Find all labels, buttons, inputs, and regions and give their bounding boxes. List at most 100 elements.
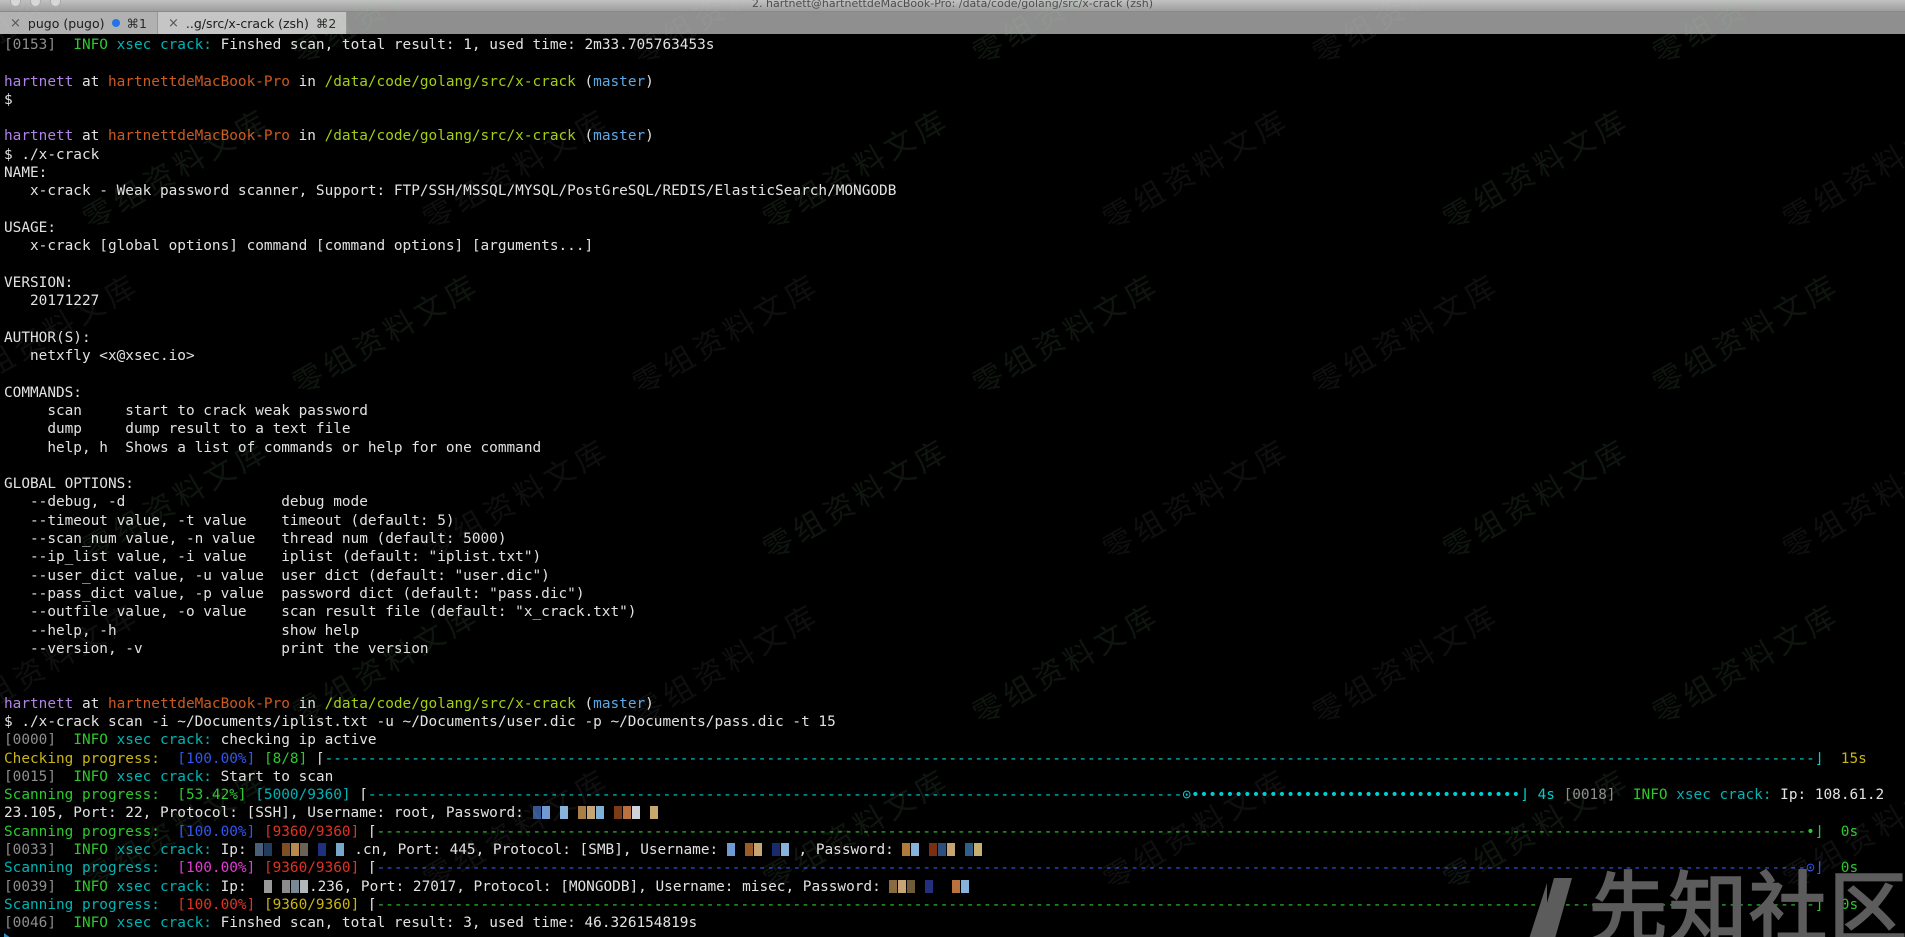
terminal-text-segment: )	[645, 128, 654, 144]
terminal-text-segment	[255, 824, 264, 840]
tab-label: ..g/src/x-crack (zsh)	[186, 16, 309, 31]
terminal-text-segment: in	[290, 696, 325, 712]
terminal-text-segment	[108, 769, 117, 785]
terminal-text-segment: master	[593, 74, 645, 90]
terminal-text-segment	[255, 897, 264, 913]
terminal[interactable]: [0153] INFO xsec crack: Finshed scan, to…	[0, 34, 1905, 937]
terminal-text-segment: /data/code/golang/src/x-crack	[325, 696, 576, 712]
terminal-text-segment: [0000]	[4, 732, 56, 748]
terminal-line: AUTHOR(S):	[4, 329, 1905, 347]
terminal-line	[4, 54, 1905, 72]
terminal-line: $ ./x-crack scan -i ~/Documents/iplist.t…	[4, 713, 1905, 731]
terminal-line: --help, -h show help	[4, 622, 1905, 640]
terminal-text-segment: INFO	[73, 879, 108, 895]
iterm-window: 2. hartnett@hartnettdeMacBook-Pro: /data…	[0, 0, 1905, 937]
terminal-text-segment: xsec crack:	[117, 879, 212, 895]
terminal-text-segment: [100.00%]	[177, 751, 255, 767]
terminal-text-segment: hartnett	[4, 696, 73, 712]
terminal-line: --outfile value, -o value scan result fi…	[4, 603, 1905, 621]
terminal-text-segment: ⌈	[307, 751, 324, 767]
terminal-text-segment: Ip:	[212, 842, 255, 858]
terminal-line: --scan_num value, -n value thread num (d…	[4, 530, 1905, 548]
terminal-text-segment	[1668, 787, 1677, 803]
terminal-text-segment: 0s	[1841, 897, 1858, 913]
terminal-text-segment	[1555, 787, 1564, 803]
terminal-text-segment	[108, 37, 117, 53]
terminal-text-segment: Start to scan	[212, 769, 333, 785]
terminal-text-segment: checking ip active	[212, 732, 377, 748]
terminal-line: Scanning progress: [100.00%] [9360/9360]…	[4, 859, 1905, 877]
terminal-line	[4, 109, 1905, 127]
terminal-line: x-crack - Weak password scanner, Support…	[4, 182, 1905, 200]
terminal-text-segment	[1616, 787, 1633, 803]
tab-x-crack[interactable]: × ..g/src/x-crack (zsh) ⌘2	[158, 12, 347, 34]
terminal-text-segment: [0153]	[4, 37, 56, 53]
terminal-text-segment: ----------------------------------------…	[377, 860, 1807, 876]
terminal-line: Scanning progress: [100.00%] [9360/9360]…	[4, 896, 1905, 914]
terminal-line: --timeout value, -t value timeout (defau…	[4, 512, 1905, 530]
terminal-text-segment: [0015]	[4, 769, 56, 785]
terminal-text-segment: ⌋	[1520, 787, 1529, 803]
terminal-text-segment: [9360/9360]	[264, 860, 359, 876]
terminal-line	[4, 658, 1905, 676]
terminal-line: [0153] INFO xsec crack: Finshed scan, to…	[4, 36, 1905, 54]
terminal-text-segment: INFO	[73, 769, 108, 785]
terminal-text-segment	[56, 842, 73, 858]
terminal-text-segment: Scanning progress:	[4, 787, 177, 803]
terminal-text-segment: /data/code/golang/src/x-crack	[325, 74, 576, 90]
terminal-text-segment: 0s	[1841, 860, 1858, 876]
terminal-line: dump dump result to a text file	[4, 420, 1905, 438]
terminal-text-segment: Scanning progress:	[4, 824, 177, 840]
terminal-text-segment: hartnett	[4, 128, 73, 144]
terminal-text-segment: [0033]	[4, 842, 56, 858]
terminal-text-segment: ----------------------------------------…	[325, 751, 1815, 767]
terminal-line: [0033] INFO xsec crack: Ip: .cn, Port: 4…	[4, 841, 1905, 859]
terminal-text-segment: ⊙	[1182, 787, 1191, 803]
terminal-line	[4, 676, 1905, 694]
terminal-line	[4, 256, 1905, 274]
terminal-line: --pass_dict value, -p value password dic…	[4, 585, 1905, 603]
terminal-line: 20171227	[4, 292, 1905, 310]
terminal-text-segment: xsec crack:	[117, 37, 212, 53]
terminal-text-segment: .236, Port: 27017, Protocol: [MONGODB], …	[309, 879, 889, 895]
terminal-line: Scanning progress: [100.00%] [9360/9360]…	[4, 823, 1905, 841]
terminal-line: hartnett at hartnettdeMacBook-Pro in /da…	[4, 127, 1905, 145]
terminal-line: $	[4, 91, 1905, 109]
terminal-text-segment: (	[576, 74, 593, 90]
terminal-line	[4, 365, 1905, 383]
terminal-text-segment: 0s	[1841, 824, 1858, 840]
terminal-text-segment: Ip: 108.61.2	[1772, 787, 1885, 803]
tab-close-icon[interactable]: ×	[10, 17, 21, 30]
tab-close-icon[interactable]: ×	[168, 17, 179, 30]
terminal-text-segment: master	[593, 696, 645, 712]
terminal-line: [0046] INFO xsec crack: Finshed scan, to…	[4, 914, 1905, 932]
terminal-text-segment: at	[73, 696, 108, 712]
terminal-text-segment	[56, 879, 73, 895]
terminal-text-segment: [100.00%]	[177, 824, 255, 840]
terminal-text-segment: hartnettdeMacBook-Pro	[108, 128, 290, 144]
terminal-text-segment	[56, 732, 73, 748]
terminal-line: USAGE:	[4, 219, 1905, 237]
terminal-line: Scanning progress: [53.42%] [5000/9360] …	[4, 786, 1905, 804]
terminal-text-segment: at	[73, 74, 108, 90]
terminal-line: COMMANDS:	[4, 384, 1905, 402]
terminal-text-segment: ⌈	[359, 824, 376, 840]
terminal-text-segment	[108, 732, 117, 748]
terminal-text-segment: hartnettdeMacBook-Pro	[108, 696, 290, 712]
terminal-text-segment: [0039]	[4, 879, 56, 895]
terminal-text-segment	[1529, 787, 1538, 803]
terminal-text-segment: Finshed scan, total result: 3, used time…	[212, 915, 697, 931]
terminal-text-segment	[1823, 751, 1840, 767]
terminal-text-segment: ⌈	[359, 897, 376, 913]
activity-indicator-dot	[112, 19, 120, 27]
terminal-text-segment: [5000/9360]	[255, 787, 350, 803]
terminal-text-segment: [100.00%]	[177, 897, 255, 913]
terminal-line: GLOBAL OPTIONS:	[4, 475, 1905, 493]
tab-pugo[interactable]: × pugo (pugo) ⌘1	[0, 12, 158, 34]
terminal-line	[4, 201, 1905, 219]
window-titlebar: 2. hartnett@hartnettdeMacBook-Pro: /data…	[0, 0, 1905, 12]
terminal-text-segment: master	[593, 128, 645, 144]
terminal-text-segment: xsec crack:	[117, 915, 212, 931]
terminal-text-segment: [0018]	[1564, 787, 1616, 803]
terminal-line: --user_dict value, -u value user dict (d…	[4, 567, 1905, 585]
